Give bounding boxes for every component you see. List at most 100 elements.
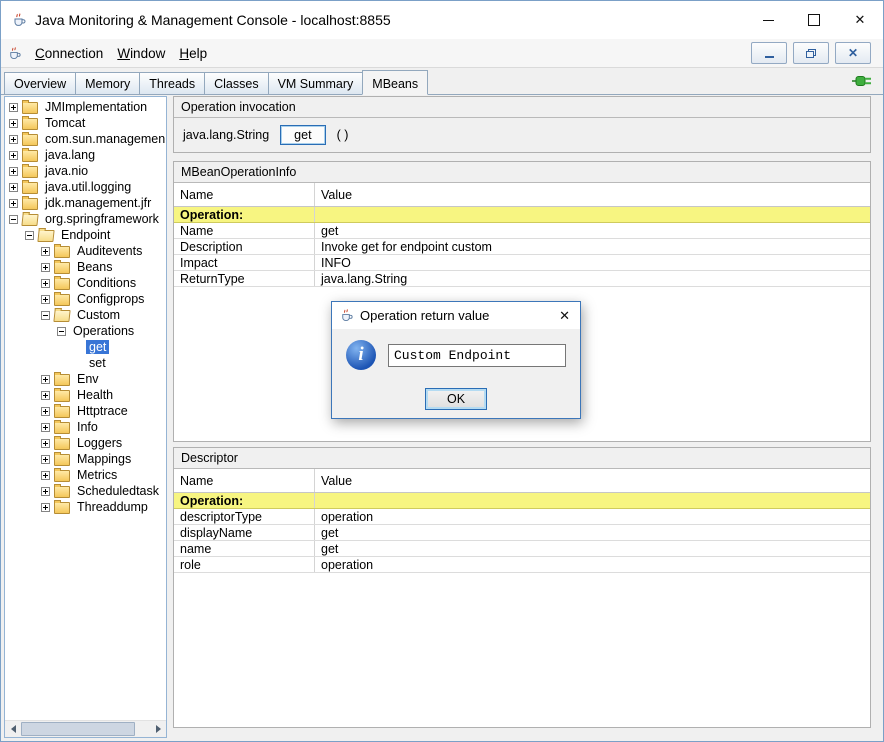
table-row[interactable]: ReturnType java.lang.String: [174, 271, 870, 287]
folder-icon: [54, 246, 70, 258]
tree-expander-icon[interactable]: [9, 215, 18, 224]
tab[interactable]: Memory: [75, 72, 140, 94]
operation-invocation-panel: Operation invocation java.lang.String ge…: [173, 96, 871, 153]
tree-expander-icon[interactable]: [9, 151, 18, 160]
tree-expander-icon[interactable]: [9, 103, 18, 112]
table-row[interactable]: Operation:: [174, 493, 870, 509]
tree-item-label: org.springframework: [42, 212, 162, 226]
tree-expander-icon[interactable]: [41, 503, 50, 512]
tree-expander-icon[interactable]: [9, 135, 18, 144]
tree-horizontal-scrollbar[interactable]: [5, 720, 166, 737]
tree-expander-icon[interactable]: [57, 327, 66, 336]
tree-item[interactable]: Metrics: [5, 467, 166, 483]
tree-item[interactable]: get: [5, 339, 166, 355]
column-header-value[interactable]: Value: [315, 469, 870, 492]
tree-item[interactable]: Info: [5, 419, 166, 435]
tree-expander-icon[interactable]: [25, 231, 34, 240]
dialog-close-icon[interactable]: ✕: [556, 308, 573, 324]
tree-item[interactable]: Health: [5, 387, 166, 403]
tree-expander-icon[interactable]: [41, 423, 50, 432]
tree-item[interactable]: jdk.management.jfr: [5, 195, 166, 211]
tree-item[interactable]: JMImplementation: [5, 99, 166, 115]
menu-item[interactable]: Help: [172, 42, 214, 65]
table-row[interactable]: name get: [174, 541, 870, 557]
tab[interactable]: VM Summary: [268, 72, 364, 94]
folder-icon: [54, 374, 70, 386]
tree-expander-icon[interactable]: [41, 279, 50, 288]
tree-item[interactable]: com.sun.managemen: [5, 131, 166, 147]
tree-expander-icon[interactable]: [9, 199, 18, 208]
tree-item[interactable]: Auditevents: [5, 243, 166, 259]
tree-item[interactable]: Conditions: [5, 275, 166, 291]
tree-item[interactable]: java.util.logging: [5, 179, 166, 195]
tree-item[interactable]: org.springframework: [5, 211, 166, 227]
folder-icon: [22, 150, 38, 162]
tree-item-label: Health: [74, 388, 116, 402]
tab[interactable]: Overview: [4, 72, 76, 94]
column-header-name[interactable]: Name: [174, 183, 315, 206]
dialog-title-bar[interactable]: Operation return value ✕: [332, 302, 580, 329]
tree-item[interactable]: Mappings: [5, 451, 166, 467]
tree-expander-icon[interactable]: [9, 167, 18, 176]
tree-item[interactable]: java.nio: [5, 163, 166, 179]
tab[interactable]: Classes: [204, 72, 268, 94]
tree-expander-icon[interactable]: [41, 439, 50, 448]
column-header-value[interactable]: Value: [315, 183, 870, 206]
tree-item[interactable]: java.lang: [5, 147, 166, 163]
frame-restore-icon[interactable]: [793, 42, 829, 64]
table-row[interactable]: role operation: [174, 557, 870, 573]
column-header-name[interactable]: Name: [174, 469, 315, 492]
tree-item[interactable]: Endpoint: [5, 227, 166, 243]
scrollbar-thumb[interactable]: [21, 722, 135, 736]
tree-item[interactable]: Httptrace: [5, 403, 166, 419]
tree-expander-icon[interactable]: [41, 263, 50, 272]
minimize-icon[interactable]: [745, 1, 791, 39]
tab[interactable]: Threads: [139, 72, 205, 94]
table-row[interactable]: Impact INFO: [174, 255, 870, 271]
table-row[interactable]: Description Invoke get for endpoint cust…: [174, 239, 870, 255]
table-row[interactable]: Operation:: [174, 207, 870, 223]
table-row[interactable]: displayName get: [174, 525, 870, 541]
folder-icon: [54, 406, 70, 418]
invoke-get-button[interactable]: get: [280, 125, 325, 145]
tree-expander-icon[interactable]: [41, 375, 50, 384]
tree-expander-icon[interactable]: [41, 487, 50, 496]
frame-close-icon[interactable]: ✕: [835, 42, 871, 64]
tree-expander-icon[interactable]: [41, 471, 50, 480]
tree-expander-icon[interactable]: [41, 295, 50, 304]
tree-expander-icon[interactable]: [41, 391, 50, 400]
cell-value: operation: [315, 509, 870, 524]
tree-expander-icon[interactable]: [9, 183, 18, 192]
tree-item[interactable]: Loggers: [5, 435, 166, 451]
ok-button[interactable]: OK: [425, 388, 487, 410]
tree-item[interactable]: Operations: [5, 323, 166, 339]
tree-expander-icon[interactable]: [41, 247, 50, 256]
scroll-right-icon[interactable]: [150, 721, 166, 737]
tree-item[interactable]: Custom: [5, 307, 166, 323]
panel-title: MBeanOperationInfo: [174, 162, 870, 182]
menu-item[interactable]: Window: [110, 42, 172, 65]
tree-item[interactable]: set: [5, 355, 166, 371]
window-controls: ✕: [745, 1, 883, 39]
tree-expander-icon[interactable]: [9, 119, 18, 128]
tree-item[interactable]: Tomcat: [5, 115, 166, 131]
scroll-left-icon[interactable]: [5, 721, 21, 737]
tab[interactable]: MBeans: [362, 70, 428, 95]
close-icon[interactable]: ✕: [837, 1, 883, 39]
cell-name: role: [174, 557, 315, 572]
tree-expander-icon[interactable]: [41, 455, 50, 464]
maximize-icon[interactable]: [791, 1, 837, 39]
table-row[interactable]: Name get: [174, 223, 870, 239]
tree-item[interactable]: Env: [5, 371, 166, 387]
tree-item[interactable]: Configprops: [5, 291, 166, 307]
return-value-field[interactable]: [388, 344, 566, 367]
frame-minimize-icon[interactable]: [751, 42, 787, 64]
tree-expander-icon[interactable]: [41, 311, 50, 320]
tree-item[interactable]: Beans: [5, 259, 166, 275]
tree-item[interactable]: Threaddump: [5, 499, 166, 515]
menu-item[interactable]: Connection: [28, 42, 110, 65]
tree-item[interactable]: Scheduledtask: [5, 483, 166, 499]
table-row[interactable]: descriptorType operation: [174, 509, 870, 525]
tree-expander-icon[interactable]: [41, 407, 50, 416]
folder-icon: [54, 502, 70, 514]
